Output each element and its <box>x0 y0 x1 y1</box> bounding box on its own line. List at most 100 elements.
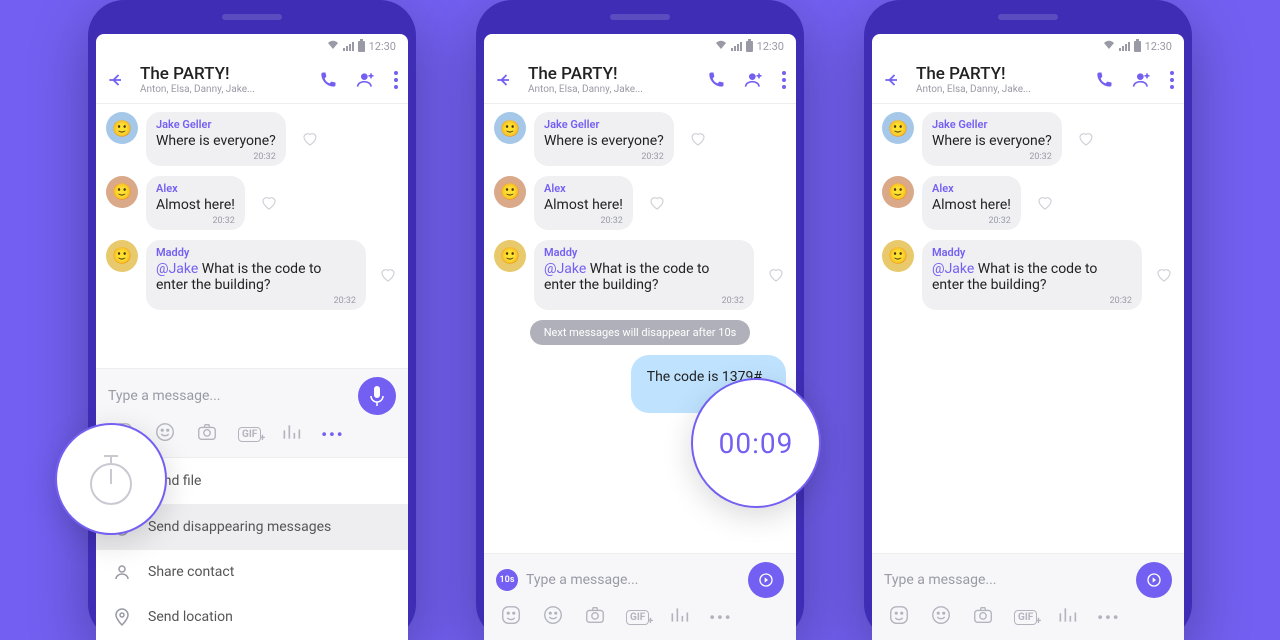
avatar[interactable]: 🙂 <box>494 240 526 272</box>
call-icon[interactable] <box>1094 70 1114 90</box>
message-input[interactable]: Type a message... <box>526 566 740 594</box>
avatar[interactable]: 🙂 <box>882 176 914 208</box>
sender-name: Maddy <box>544 246 744 259</box>
call-icon[interactable] <box>318 70 338 90</box>
camera-icon[interactable] <box>972 604 994 630</box>
input-bar: Type a message... GIF+ ••• <box>872 553 1184 640</box>
message-bubble[interactable]: Alex Almost here! 20:32 <box>534 176 633 230</box>
gif-icon[interactable]: GIF+ <box>1014 610 1037 625</box>
status-bar: 12:30 <box>872 34 1184 58</box>
like-icon[interactable] <box>257 191 281 215</box>
status-bar: 12:30 <box>96 34 408 58</box>
poll-icon[interactable] <box>1057 605 1077 629</box>
message-time: 20:32 <box>334 296 356 306</box>
status-time: 12:30 <box>1145 40 1172 53</box>
contact-icon <box>112 564 132 580</box>
sender-name: Jake Geller <box>156 118 276 131</box>
input-bar: 10s Type a message... GIF+ ••• <box>484 553 796 640</box>
send-button[interactable] <box>748 562 784 598</box>
message-bubble[interactable]: Alex Almost here! 20:32 <box>922 176 1021 230</box>
more-icon[interactable] <box>1170 71 1174 89</box>
chat-subtitle: Anton, Elsa, Danny, Jake... <box>528 84 692 95</box>
message-input[interactable]: Type a message... <box>108 382 350 410</box>
sender-name: Jake Geller <box>932 118 1052 131</box>
like-icon[interactable] <box>1033 191 1057 215</box>
message-text: Where is everyone? <box>932 133 1052 150</box>
more-attachments-icon[interactable]: ••• <box>1097 608 1120 627</box>
message-bubble[interactable]: Jake Geller Where is everyone? 20:32 <box>534 112 674 166</box>
back-button[interactable] <box>494 70 514 90</box>
avatar[interactable]: 🙂 <box>882 112 914 144</box>
camera-icon[interactable] <box>584 604 606 630</box>
sender-name: Alex <box>544 182 623 195</box>
message-text: Where is everyone? <box>156 133 276 150</box>
mention[interactable]: @Jake <box>932 261 974 277</box>
system-notice: Next messages will disappear after 10s <box>530 320 751 345</box>
message-bubble[interactable]: Jake Geller Where is everyone? 20:32 <box>146 112 286 166</box>
more-icon[interactable] <box>394 71 398 89</box>
signal-icon <box>1119 42 1130 51</box>
message-time: 20:32 <box>988 216 1010 226</box>
countdown-value: 00:09 <box>719 427 794 460</box>
like-icon[interactable] <box>378 263 398 287</box>
message-time: 20:32 <box>1029 152 1051 162</box>
more-attachments-icon[interactable]: ••• <box>321 425 344 444</box>
message-row: 🙂 Jake Geller Where is everyone? 20:32 <box>106 112 398 166</box>
avatar[interactable]: 🙂 <box>882 240 914 272</box>
add-user-icon[interactable] <box>1132 70 1152 90</box>
like-icon[interactable] <box>1074 127 1098 151</box>
like-icon[interactable] <box>766 263 786 287</box>
chat-header: The PARTY! Anton, Elsa, Danny, Jake... <box>484 58 796 104</box>
message-bubble[interactable]: Alex Almost here! 20:32 <box>146 176 245 230</box>
add-user-icon[interactable] <box>356 70 376 90</box>
message-text: @Jake What is the code to enter the buil… <box>544 261 744 295</box>
send-button[interactable] <box>1136 562 1172 598</box>
emoji-icon[interactable] <box>930 604 952 630</box>
emoji-icon[interactable] <box>542 604 564 630</box>
attachment-icons: GIF+ ••• <box>884 598 1172 638</box>
message-bubble[interactable]: Maddy @Jake What is the code to enter th… <box>146 240 366 311</box>
message-text: @Jake What is the code to enter the buil… <box>156 261 356 295</box>
poll-icon[interactable] <box>669 605 689 629</box>
disappearing-timer-chip[interactable]: 10s <box>496 569 518 591</box>
sticker-icon[interactable] <box>500 604 522 630</box>
avatar[interactable]: 🙂 <box>106 176 138 208</box>
avatar[interactable]: 🙂 <box>494 112 526 144</box>
like-icon[interactable] <box>1154 263 1174 287</box>
message-bubble[interactable]: Maddy @Jake What is the code to enter th… <box>534 240 754 311</box>
message-input[interactable]: Type a message... <box>884 566 1128 594</box>
more-attachments-icon[interactable]: ••• <box>709 608 732 627</box>
back-button[interactable] <box>882 70 902 90</box>
gif-icon[interactable]: GIF+ <box>626 610 649 625</box>
sender-name: Jake Geller <box>544 118 664 131</box>
camera-icon[interactable] <box>196 421 218 447</box>
like-icon[interactable] <box>686 127 710 151</box>
avatar[interactable]: 🙂 <box>106 112 138 144</box>
message-time: 20:32 <box>212 216 234 226</box>
sticker-icon[interactable] <box>888 604 910 630</box>
like-icon[interactable] <box>298 127 322 151</box>
poll-icon[interactable] <box>281 422 301 446</box>
mention[interactable]: @Jake <box>544 261 586 277</box>
sheet-send-location[interactable]: Send location <box>96 594 408 640</box>
back-button[interactable] <box>106 70 126 90</box>
more-icon[interactable] <box>782 71 786 89</box>
gif-icon[interactable]: GIF+ <box>238 427 261 442</box>
add-user-icon[interactable] <box>744 70 764 90</box>
mic-button[interactable] <box>358 377 396 415</box>
message-row: 🙂 Maddy @Jake What is the code to enter … <box>106 240 398 311</box>
message-time: 20:32 <box>1110 296 1132 306</box>
call-icon[interactable] <box>706 70 726 90</box>
emoji-icon[interactable] <box>154 421 176 447</box>
message-bubble[interactable]: Maddy @Jake What is the code to enter th… <box>922 240 1142 311</box>
like-icon[interactable] <box>645 191 669 215</box>
wifi-icon <box>715 40 727 53</box>
mention[interactable]: @Jake <box>156 261 198 277</box>
avatar[interactable]: 🙂 <box>106 240 138 272</box>
message-bubble[interactable]: Jake Geller Where is everyone? 20:32 <box>922 112 1062 166</box>
avatar[interactable]: 🙂 <box>494 176 526 208</box>
sheet-share-contact[interactable]: Share contact <box>96 550 408 594</box>
status-bar: 12:30 <box>484 34 796 58</box>
message-text: @Jake What is the code to enter the buil… <box>932 261 1132 295</box>
message-text: Where is everyone? <box>544 133 664 150</box>
